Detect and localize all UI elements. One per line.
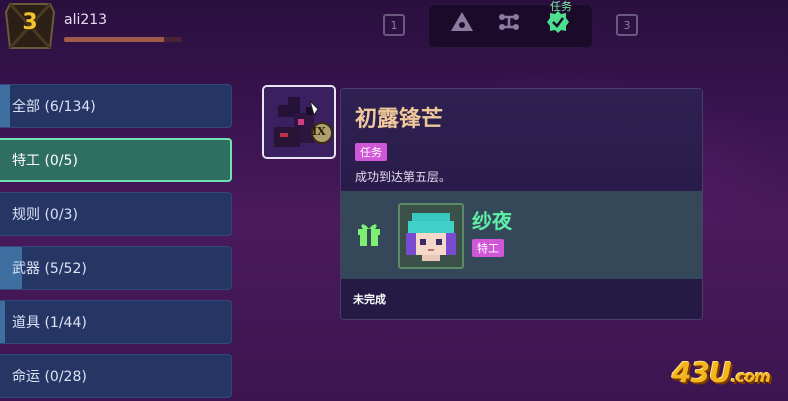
category-agents[interactable]: 特工 (0/5) bbox=[0, 138, 232, 182]
category-fate[interactable]: 命运 (0/28) bbox=[0, 354, 232, 398]
player-name: ali213 bbox=[64, 12, 108, 28]
category-rules[interactable]: 规则 (0/3) bbox=[0, 192, 232, 236]
achievement-tag: 任务 bbox=[355, 143, 387, 161]
category-progress bbox=[0, 85, 11, 127]
xp-bar-fill bbox=[64, 37, 165, 42]
eye-triangle-icon[interactable] bbox=[450, 10, 474, 34]
tab-active-label: 任务 bbox=[550, 0, 572, 13]
category-label: 规则 (0/3) bbox=[12, 207, 78, 223]
category-label: 全部 (6/134) bbox=[12, 99, 96, 115]
category-label: 特工 (0/5) bbox=[12, 153, 78, 169]
achievement-status: 未完成 bbox=[353, 293, 386, 306]
category-label: 道具 (1/44) bbox=[12, 315, 87, 331]
achievement-description: 成功到达第五层。 bbox=[355, 170, 452, 184]
category-items[interactable]: 道具 (1/44) bbox=[0, 300, 232, 344]
category-label: 命运 (0/28) bbox=[12, 369, 87, 385]
achievement-detail-card: 初露锋芒 任务 成功到达第五层。 纱夜 特工 未完成 bbox=[340, 88, 703, 320]
reward-row: 纱夜 特工 bbox=[341, 191, 702, 279]
reward-name: 纱夜 bbox=[472, 209, 512, 233]
tab-next-key[interactable]: 3 bbox=[616, 14, 638, 36]
tab-prev-key[interactable]: 1 bbox=[383, 14, 405, 36]
gift-icon bbox=[358, 224, 380, 246]
reward-tag: 特工 bbox=[472, 239, 504, 257]
achievement-icon[interactable] bbox=[262, 85, 336, 159]
character-portrait-icon bbox=[400, 205, 462, 267]
pixel-art-character-icon bbox=[264, 87, 334, 157]
achievement-badge-roman: IX bbox=[312, 125, 326, 138]
category-weapons[interactable]: 武器 (5/52) bbox=[0, 246, 232, 290]
player-level: 3 bbox=[22, 10, 38, 35]
xp-bar bbox=[64, 37, 182, 42]
category-all[interactable]: 全部 (6/134) bbox=[0, 84, 232, 128]
watermark-text: 43U bbox=[672, 356, 732, 389]
nodes-icon[interactable] bbox=[497, 10, 521, 34]
category-progress bbox=[0, 301, 6, 343]
category-label: 武器 (5/52) bbox=[12, 261, 87, 277]
achievement-title: 初露锋芒 bbox=[355, 107, 444, 132]
reward-portrait[interactable] bbox=[398, 203, 464, 269]
watermark-logo: 43U.com bbox=[672, 356, 771, 389]
level-badge: 3 bbox=[4, 2, 56, 50]
watermark-suffix: .com bbox=[730, 367, 771, 386]
